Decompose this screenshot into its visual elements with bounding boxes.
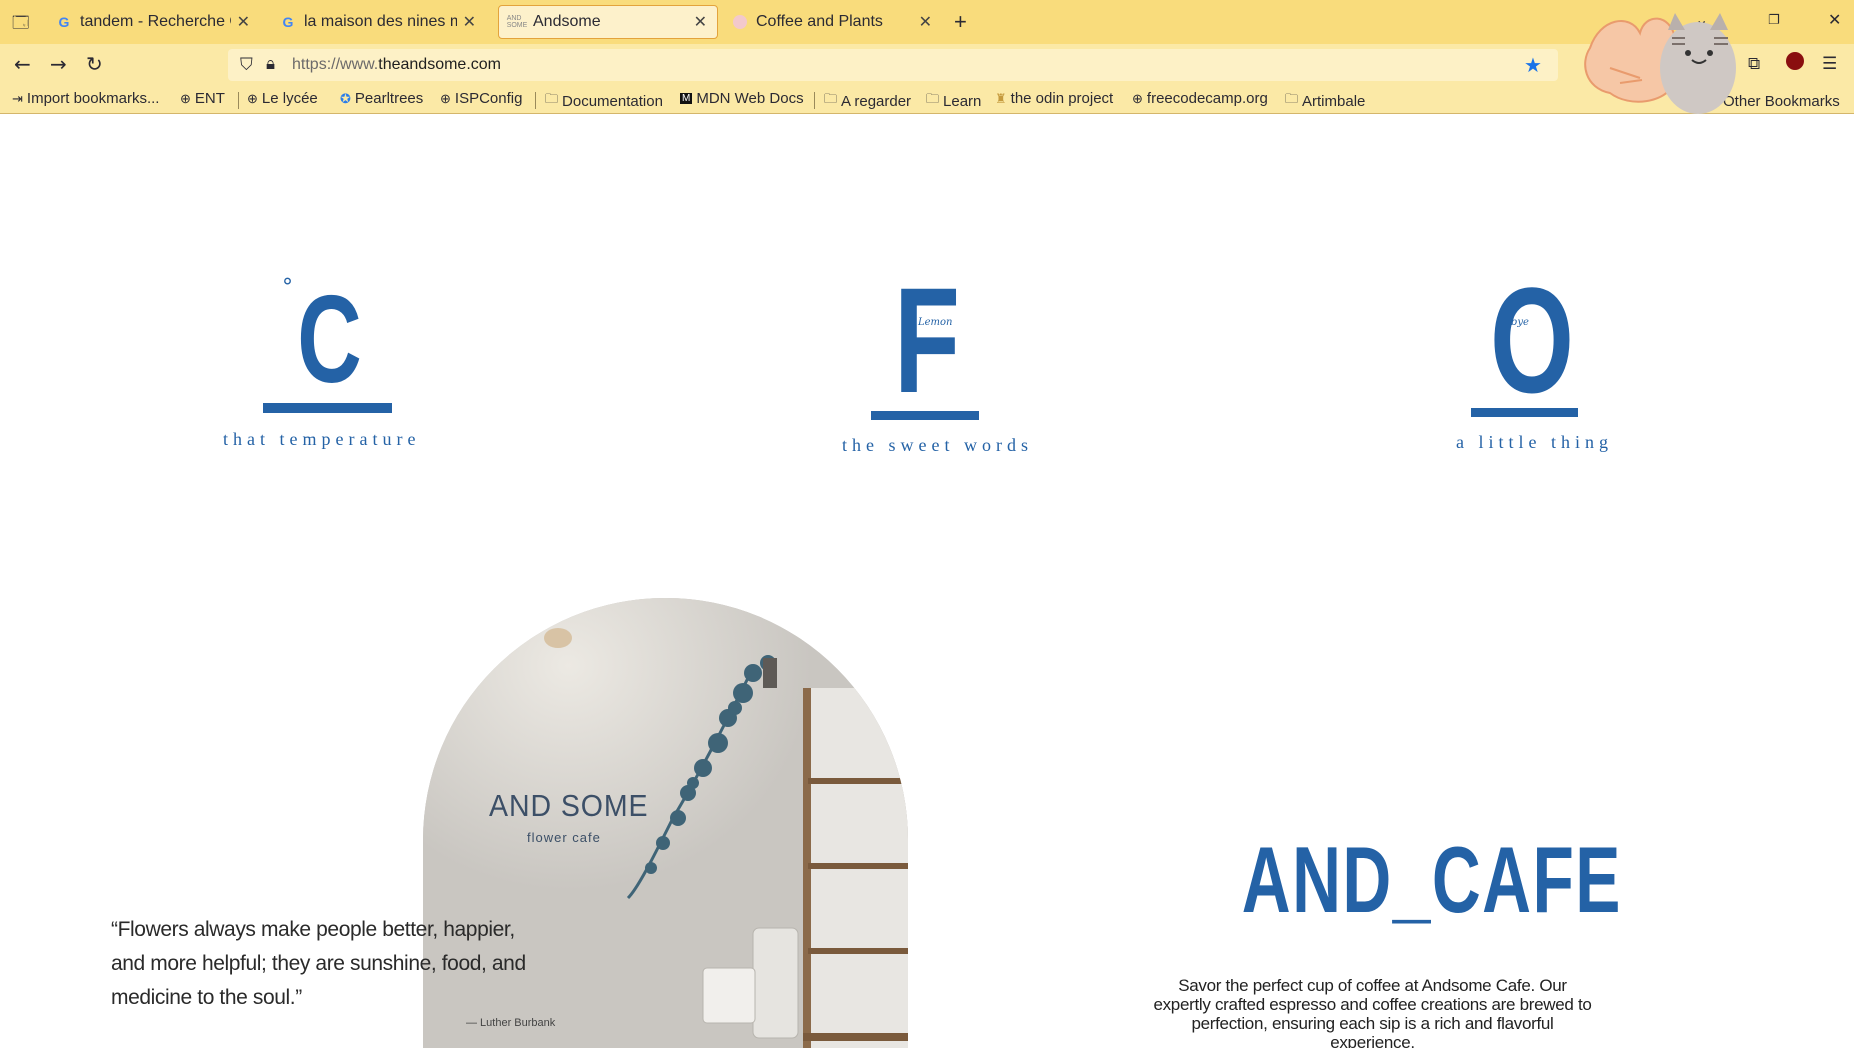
close-icon[interactable]: ✕ [463,12,476,32]
close-icon[interactable]: ✕ [919,12,932,32]
bookmark-ispconfig[interactable]: ⊕ ISPConfig [440,90,522,107]
bookmarks-bar: ⇥ Import bookmarks... ⊕ ENT ⊕ Le lycée ✪ Pea… [0,86,1854,114]
theme-mascot-image [1584,13,1736,114]
ublock-icon[interactable] [1786,52,1804,75]
feature-caption: the sweet words [842,435,1033,455]
pearltrees-icon: ✪ [340,90,351,106]
bookmark-le-lycee[interactable]: ⊕ Le lycée [247,90,318,107]
bookmark-freecodecamp[interactable]: ⊕ freecodecamp.org [1132,90,1268,107]
feature-underline [1471,408,1578,417]
bookmark-import[interactable]: ⇥ Import bookmarks... [12,90,159,107]
globe-icon: ⊕ [180,90,191,106]
tab-title: Andsome [533,13,601,30]
script-word: Lemon [918,317,953,328]
cafe-sign-subtitle: flower cafe [527,830,601,845]
mdn-icon: M [680,93,693,104]
feature-letter-f: F [894,256,960,424]
google-icon: G [282,14,294,30]
forward-icon[interactable]: → [50,52,67,76]
close-icon[interactable]: ✕ [237,12,250,32]
bookmark-learn[interactable]: 🗀 Learn [926,90,981,112]
import-icon: ⇥ [12,90,23,106]
bookmark-separator [535,92,536,109]
cafe-sign-title: AND SOME [489,788,649,823]
restore-icon[interactable]: ❐ [1768,13,1780,28]
tab-bar: 🗔 G tandem - Recherche Google ✕ G la mai… [0,0,1854,44]
odin-icon: ♜ [995,90,1007,106]
script-word: bye [1511,317,1529,328]
url-text[interactable]: https://www.theandsome.com [292,56,501,74]
pink-dot-icon [732,14,748,30]
globe-icon: ⊕ [247,90,258,106]
bookmark-artimbale[interactable]: 🗀 Artimbale [1285,90,1365,112]
bookmark-separator [814,92,815,109]
bookmark-mdn[interactable]: M MDN Web Docs [680,90,804,107]
bookmark-a-regarder[interactable]: 🗀 A regarder [824,90,911,112]
shield-icon[interactable]: ⛉ [240,55,253,75]
feature-caption: that temperature [223,429,421,449]
folder-icon: 🗀 [824,91,838,106]
tab-title: tandem - Recherche Google [80,13,231,30]
close-icon[interactable]: ✕ [694,12,707,32]
new-tab-button[interactable]: + [954,9,967,35]
window-close-icon[interactable]: ✕ [1828,10,1841,29]
folder-icon: 🗀 [1285,91,1299,106]
globe-icon: ⊕ [440,90,451,106]
tab-list-icon[interactable]: 🗔 [12,12,29,39]
feature-underline [263,403,392,413]
tab-title: la maison des nines marseille [304,13,457,30]
back-icon[interactable]: ← [14,52,31,76]
google-icon: G [58,14,70,30]
extensions-icon[interactable]: ⧉ [1748,54,1760,74]
brand-description: Savor the perfect cup of coffee at Andso… [1153,976,1592,1048]
page-content: ° C that temperature F Lemon the sweet w… [0,115,1854,1048]
folder-icon: 🗀 [545,91,559,106]
tab-andsome[interactable]: AND SOME Andsome ✕ [498,5,718,39]
quote-text: “Flowers always make people better, happ… [111,918,526,1009]
quote-author: — Luther Burbank [466,1017,556,1029]
degree-symbol: ° [282,275,293,300]
bookmark-separator [238,92,239,109]
tab-coffee-and-plants[interactable]: Coffee and Plants ✕ [722,5,942,39]
feature-letter-o: O [1490,256,1575,424]
bookmark-star-icon[interactable]: ★ [1524,53,1542,77]
globe-icon: ⊕ [1132,90,1143,106]
tab-la-maison[interactable]: G la maison des nines marseille ✕ [270,5,486,39]
tab-tandem[interactable]: G tandem - Recherche Google ✕ [46,5,260,39]
navigation-bar: ← → ↻ ⛉ 🔒︎ https://www.theandsome.com ★ … [0,44,1854,86]
bookmark-pearltrees[interactable]: ✪ Pearltrees [340,90,423,107]
andsome-icon: AND SOME [506,15,528,29]
lock-icon[interactable]: 🔒︎ [266,54,275,74]
brand-title: AND_CAFE [1241,827,1622,932]
url-bar[interactable]: ⛉ 🔒︎ https://www.theandsome.com ★ [228,49,1558,81]
reload-icon[interactable]: ↻ [86,52,103,76]
bookmark-documentation[interactable]: 🗀 Documentation [545,90,663,112]
tab-title: Coffee and Plants [756,13,883,30]
bookmark-odin-project[interactable]: ♜ the odin project [995,90,1113,107]
feature-underline [871,411,979,420]
bookmark-ent[interactable]: ⊕ ENT [180,90,225,107]
feature-letter-c: C [297,271,362,409]
folder-icon: 🗀 [926,91,940,106]
menu-icon[interactable]: ☰ [1822,54,1837,74]
feature-caption: a little thing [1456,432,1613,452]
